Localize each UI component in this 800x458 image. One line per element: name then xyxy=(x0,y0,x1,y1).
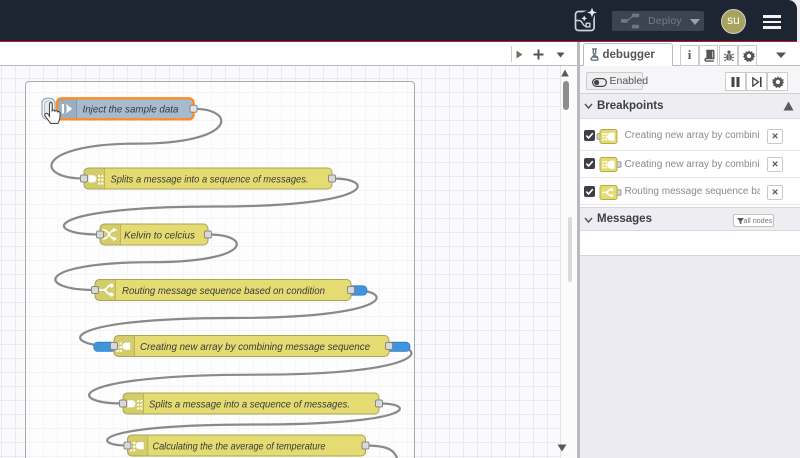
svg-text:Calculating the the average of: Calculating the the average of temperatu… xyxy=(153,440,326,452)
svg-text:Inject the sample data: Inject the sample data xyxy=(83,104,179,116)
svg-text:Routing message sequence based: Routing message sequence based on condit… xyxy=(122,285,325,297)
svg-text:Splits a message into a sequen: Splits a message into a sequence of mess… xyxy=(149,398,350,410)
svg-text:Splits a message into a sequen: Splits a message into a sequence of mess… xyxy=(111,173,309,185)
svg-text:Kelvin to celcius: Kelvin to celcius xyxy=(124,229,196,241)
svg-text:Creating new array by combinin: Creating new array by combining message … xyxy=(140,341,370,353)
